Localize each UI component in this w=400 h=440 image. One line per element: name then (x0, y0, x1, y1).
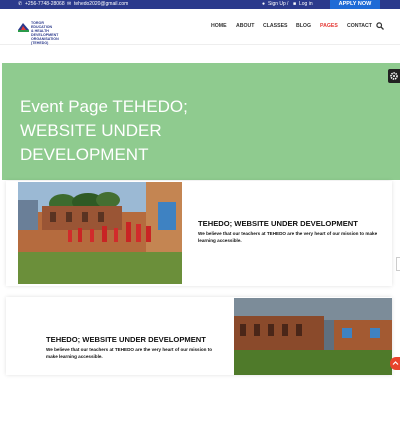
phone-icon: ✆ (18, 1, 23, 7)
login-link[interactable]: Log in (299, 1, 313, 8)
user-icon: ● (262, 1, 266, 7)
nav-home[interactable]: HOME (211, 23, 227, 29)
page-title: Event Page TEHEDO; WEBSITE UNDER DEVELOP… (20, 97, 188, 164)
event-card-text: We believe that our teachers at TEHEDO a… (198, 231, 378, 243)
chevron-up-icon (392, 361, 399, 365)
nav-blog[interactable]: BLOG (296, 23, 311, 29)
top-bar: ✆ +256-7748-28068 ✉ tehedo2020@gmail.com… (0, 0, 400, 9)
gear-icon (390, 72, 398, 80)
nav-about[interactable]: ABOUT (236, 23, 254, 29)
auth-separator: / (287, 1, 289, 7)
site-header: TOROR EDUCATION & HEALTH DEVELOPMENT ORG… (0, 9, 400, 45)
signup-link[interactable]: Sign Up (268, 1, 286, 8)
side-tab-handle[interactable] (396, 257, 400, 271)
lock-icon: ■ (293, 1, 297, 7)
event-card[interactable]: TEHEDO; WEBSITE UNDER DEVELOPMENT We bel… (6, 181, 392, 286)
hero-banner: Event Page TEHEDO; WEBSITE UNDER DEVELOP… (2, 63, 400, 180)
email-icon: ✉ (67, 1, 72, 7)
event-photo-school-buildings (234, 298, 392, 375)
logo-text: TOROR EDUCATION & HEALTH DEVELOPMENT ORG… (31, 21, 59, 45)
event-card-title[interactable]: TEHEDO; WEBSITE UNDER DEVELOPMENT (46, 335, 206, 344)
event-card[interactable]: TEHEDO; WEBSITE UNDER DEVELOPMENT We bel… (6, 297, 392, 375)
scroll-to-top-button[interactable] (390, 357, 400, 370)
search-icon[interactable] (376, 22, 384, 30)
nav-pages[interactable]: PAGES (320, 23, 338, 29)
email-address[interactable]: tehedo2020@gmail.com (74, 1, 128, 8)
site-logo[interactable]: TOROR EDUCATION & HEALTH DEVELOPMENT ORG… (18, 19, 64, 45)
logo-mark-icon (18, 23, 29, 32)
event-photo-students (18, 182, 182, 284)
apply-now-button[interactable]: APPLY NOW (330, 0, 380, 9)
phone-number[interactable]: +256-7748-28068 (25, 1, 65, 8)
nav-contact[interactable]: CONTACT (347, 23, 372, 29)
event-card-title[interactable]: TEHEDO; WEBSITE UNDER DEVELOPMENT (198, 219, 358, 228)
settings-button[interactable] (388, 69, 400, 83)
nav-classes[interactable]: CLASSES (263, 23, 288, 29)
event-card-text: We believe that our teachers at TEHEDO a… (46, 347, 213, 359)
